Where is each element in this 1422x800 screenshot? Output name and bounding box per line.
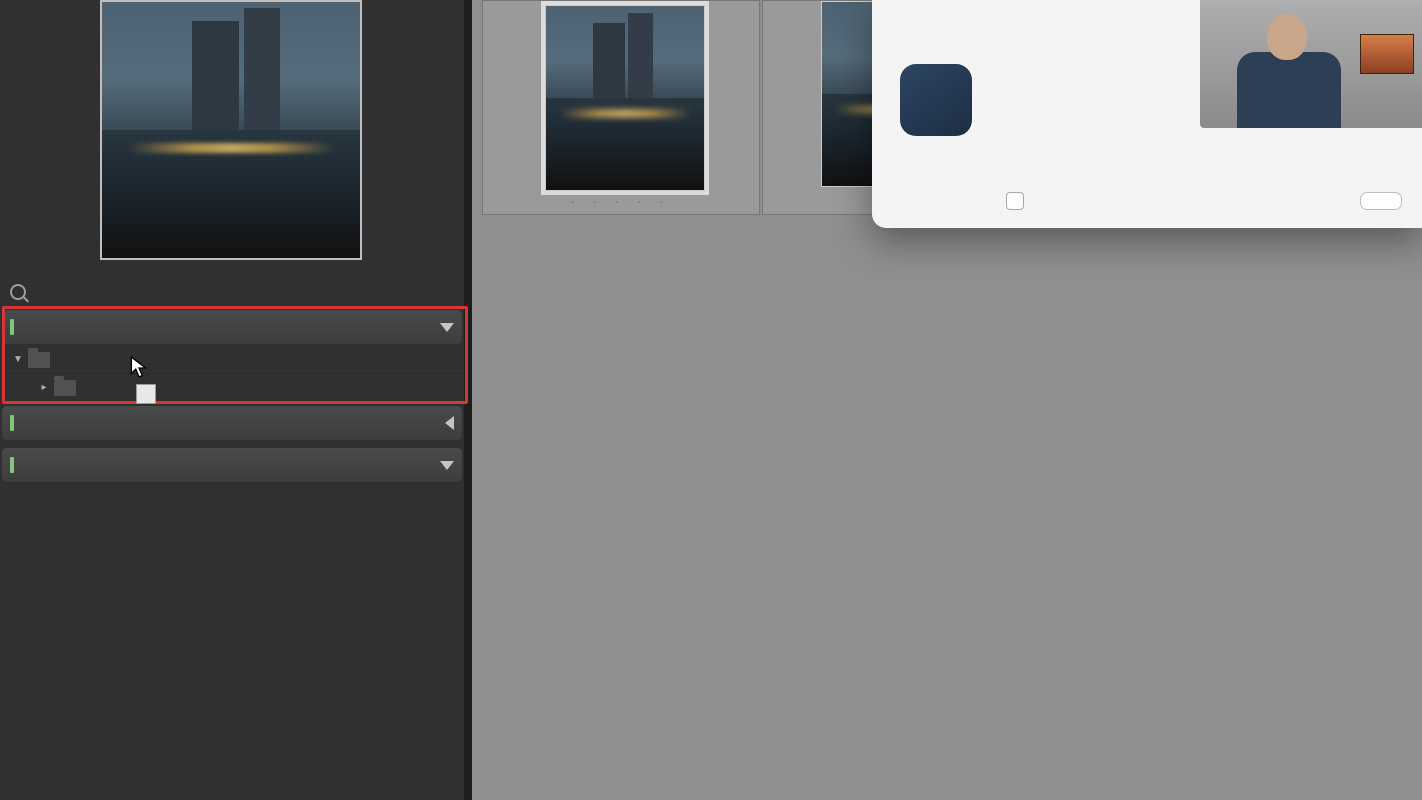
drag-badge xyxy=(136,384,156,404)
selected-thumbnail[interactable] xyxy=(541,1,709,195)
volume-header-gdrive[interactable] xyxy=(2,406,462,440)
rating-dots[interactable]: · · · · · xyxy=(483,197,759,208)
folder-row-sans-titre[interactable]: ▸ xyxy=(2,374,462,402)
chevron-down-icon[interactable] xyxy=(440,323,454,332)
disclosure-triangle[interactable]: ▸ xyxy=(38,382,50,393)
disclosure-triangle[interactable]: ▼ xyxy=(12,354,24,365)
webcam-overlay xyxy=(1200,0,1422,128)
folders-panel: ▼ ▸ xyxy=(0,0,472,800)
volume-status-indicator xyxy=(10,319,14,335)
volume-status-indicator xyxy=(10,415,14,431)
app-icon xyxy=(900,64,972,136)
folder-row-untitled[interactable]: ▼ xyxy=(2,346,462,374)
search-icon xyxy=(10,284,26,300)
chevron-down-icon[interactable] xyxy=(440,461,454,470)
chevron-left-icon[interactable] xyxy=(445,416,454,430)
volume-header-machd[interactable] xyxy=(2,448,462,482)
navigator-preview xyxy=(100,0,362,260)
cancel-button[interactable] xyxy=(1360,192,1402,210)
volume-header-untitled[interactable] xyxy=(2,310,462,344)
thumbnail-cell-top1[interactable]: · · · · · xyxy=(482,0,760,215)
volume-status-indicator xyxy=(10,457,14,473)
dont-show-again-checkbox[interactable] xyxy=(1006,192,1034,210)
checkbox-icon[interactable] xyxy=(1006,192,1024,210)
folder-icon xyxy=(54,380,76,396)
folder-icon xyxy=(28,352,50,368)
folder-filter-row[interactable] xyxy=(0,280,464,304)
